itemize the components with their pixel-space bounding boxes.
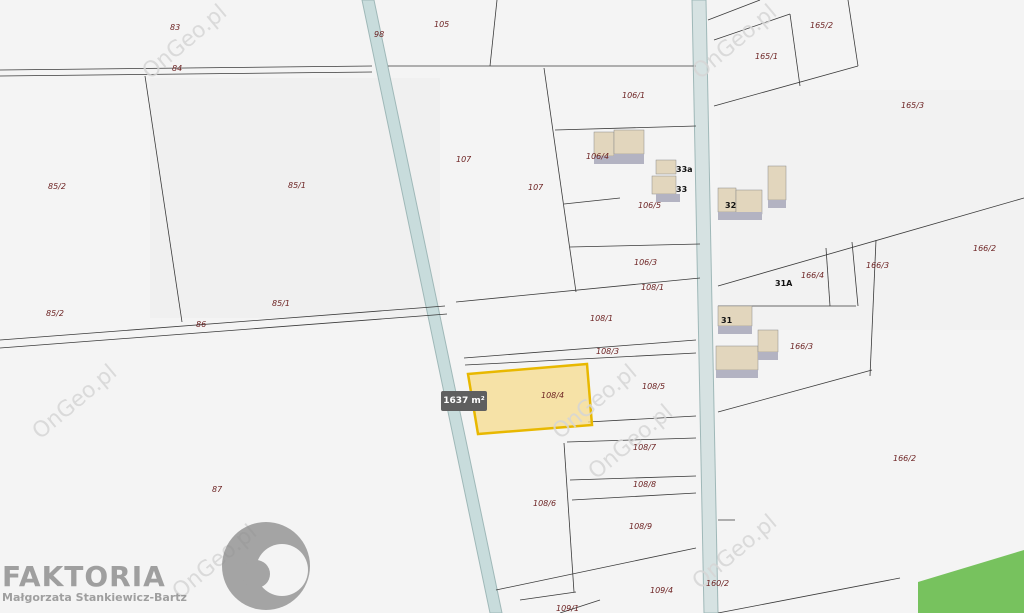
field-shade xyxy=(720,90,1024,330)
parcel-label: 166/2 xyxy=(973,244,996,253)
parcel-label: 85/2 xyxy=(46,309,64,318)
parcel-label: 165/2 xyxy=(810,21,833,30)
brand-block: FAKTORIA Małgorzata Stankiewicz-Bartz xyxy=(2,560,187,604)
parcel-label: 108/6 xyxy=(533,499,556,508)
parcel-label: 165/3 xyxy=(901,101,924,110)
brand-name: FAKTORIA xyxy=(2,560,166,593)
house-number: 31A xyxy=(775,279,793,288)
area-badge: 1637 m² xyxy=(441,391,487,411)
parcel-label: 105 xyxy=(434,20,449,29)
parcel-label: 108/8 xyxy=(633,480,656,489)
parcel-label: 166/4 xyxy=(801,271,824,280)
parcel-label: 85/2 xyxy=(48,182,66,191)
building xyxy=(613,129,645,155)
parcel-label: 107 xyxy=(456,155,472,164)
parcel-label: 108/4 xyxy=(541,391,564,400)
parcel-label: 166/3 xyxy=(790,342,813,351)
parcel-label: 83 xyxy=(170,23,180,32)
parcel-label: 108/9 xyxy=(629,522,652,531)
parcel-label: 107 xyxy=(528,183,544,192)
parcel-label: 108/5 xyxy=(642,382,665,391)
parcel-label: 108/1 xyxy=(641,283,664,292)
cadastral-map[interactable]: OnGeo.pl OnGeo.pl OnGeo.pl OnGeo.pl OnGe… xyxy=(0,0,1024,613)
building xyxy=(767,165,787,201)
parcel-label: 85/1 xyxy=(272,299,290,308)
parcel-label: 106/3 xyxy=(634,258,657,267)
parcel-label: 106/4 xyxy=(586,152,609,161)
parcel-label: 108/3 xyxy=(596,347,619,356)
building xyxy=(735,189,763,215)
building xyxy=(715,345,759,371)
house-number: 33a xyxy=(676,165,693,174)
brand-subtitle: Małgorzata Stankiewicz-Bartz xyxy=(2,591,187,604)
brand-logo-icon xyxy=(222,522,310,610)
parcel-label: 106/5 xyxy=(638,201,661,210)
parcel-label: 98 xyxy=(374,30,384,39)
building xyxy=(757,329,779,353)
map-view[interactable]: OnGeo.pl OnGeo.pl OnGeo.pl OnGeo.pl OnGe… xyxy=(0,0,1024,613)
building xyxy=(655,159,677,175)
parcel-label: 84 xyxy=(172,64,182,73)
parcel-label: 85/1 xyxy=(288,181,306,190)
parcel-label: 86 xyxy=(196,320,206,329)
building xyxy=(651,175,677,195)
parcel-label: 109/4 xyxy=(650,586,673,595)
house-number: 32 xyxy=(725,201,736,210)
house-number: 33 xyxy=(676,185,687,194)
parcel-label: 165/1 xyxy=(755,52,778,61)
parcel-label: 87 xyxy=(212,485,223,494)
parcel-label: 108/1 xyxy=(590,314,613,323)
parcel-label: 166/2 xyxy=(893,454,916,463)
parcel-label: 166/3 xyxy=(866,261,889,270)
house-number: 31 xyxy=(721,316,733,325)
parcel-label: 106/1 xyxy=(622,91,645,100)
parcel-label: 108/7 xyxy=(633,443,657,452)
parcel-label: 109/1 xyxy=(556,604,579,613)
parcel-label: 160/2 xyxy=(706,579,729,588)
